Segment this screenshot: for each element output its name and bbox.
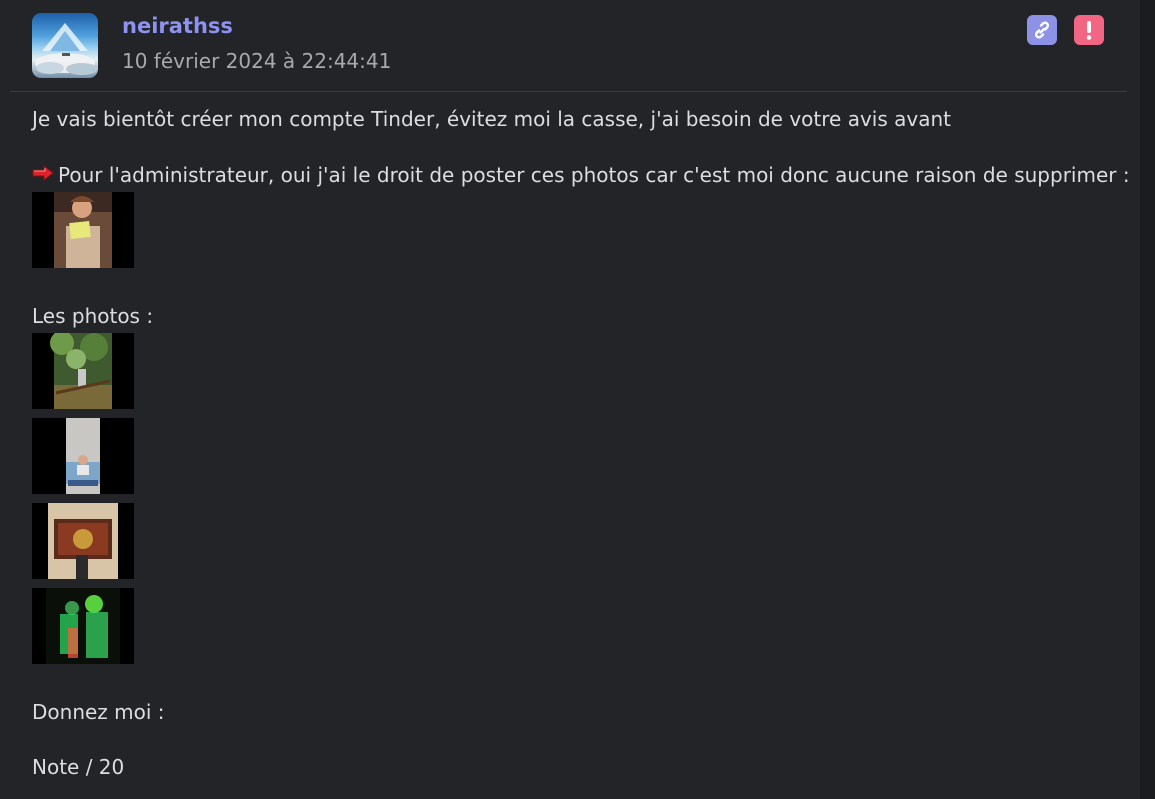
red-arrow-icon — [32, 164, 54, 182]
author-name[interactable]: neirathss — [122, 14, 233, 38]
photo-thumbnail[interactable] — [32, 192, 134, 268]
avatar[interactable] — [32, 13, 98, 78]
post-date: 10 février 2024 à 22:44:41 — [122, 49, 392, 73]
mountain-landscape-avatar-icon — [35, 23, 98, 75]
note-label: Note / 20 — [32, 755, 125, 779]
photo-thumbnail[interactable] — [32, 418, 134, 494]
photo-forest-stream — [50, 333, 112, 409]
photo-person-holding-note — [54, 192, 112, 268]
photo-thumbnail[interactable] — [32, 333, 134, 409]
photo-seated-person — [66, 418, 100, 494]
photo-thumbnail[interactable] — [32, 503, 134, 579]
header-divider — [10, 91, 1127, 92]
report-button[interactable] — [1074, 15, 1104, 45]
admin-notice-text: Pour l'administrateur, oui j'ai le droit… — [58, 163, 1130, 187]
admin-notice: Pour l'administrateur, oui j'ai le droit… — [32, 163, 1130, 187]
forum-post: neirathss 10 février 2024 à 22:44:41 Je … — [10, 0, 1130, 799]
photos-label: Les photos : — [32, 304, 154, 328]
permalink-button[interactable] — [1027, 15, 1057, 45]
exclamation-icon — [1086, 21, 1092, 40]
link-icon — [1034, 21, 1050, 39]
photo-tapestry — [48, 503, 118, 579]
photo-neon-party — [46, 588, 120, 664]
give-label: Donnez moi : — [32, 700, 165, 724]
scrollbar-track[interactable] — [1140, 0, 1155, 799]
post-intro-text: Je vais bientôt créer mon compte Tinder,… — [32, 107, 951, 131]
photo-thumbnail[interactable] — [32, 588, 134, 664]
